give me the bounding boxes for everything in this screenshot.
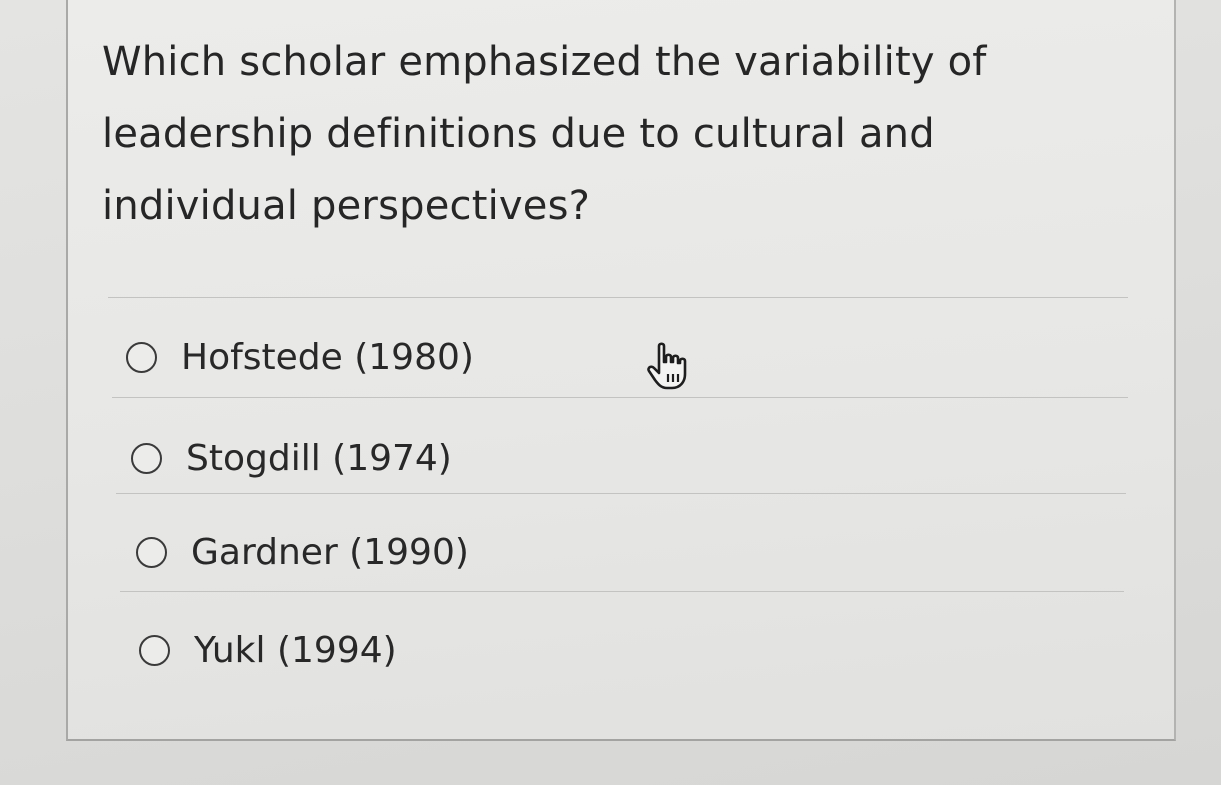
divider: [112, 397, 1128, 398]
screen: Which scholar emphasized the variability…: [0, 0, 1221, 785]
radio-button-stogdill[interactable]: [131, 442, 162, 474]
divider: [120, 591, 1124, 592]
question-card: Which scholar emphasized the variability…: [66, 0, 1176, 741]
answer-option-hofstede[interactable]: Hofstede (1980): [126, 333, 474, 381]
answer-option-stogdill[interactable]: Stogdill (1974): [131, 434, 452, 482]
radio-button-gardner[interactable]: [136, 536, 167, 568]
option-label-hofstede: Hofstede (1980): [181, 336, 474, 378]
answer-option-gardner[interactable]: Gardner (1990): [136, 528, 469, 576]
question-text: Which scholar emphasized the variability…: [102, 39, 987, 229]
option-label-gardner: Gardner (1990): [191, 531, 469, 573]
option-label-yukl: Yukl (1994): [194, 629, 397, 671]
option-label-stogdill: Stogdill (1974): [186, 437, 452, 479]
answer-option-yukl[interactable]: Yukl (1994): [139, 626, 397, 674]
divider: [108, 297, 1128, 298]
divider: [116, 493, 1126, 494]
hand-pointer-icon: [647, 342, 687, 390]
radio-button-hofstede[interactable]: [126, 341, 157, 373]
radio-button-yukl[interactable]: [139, 634, 170, 666]
